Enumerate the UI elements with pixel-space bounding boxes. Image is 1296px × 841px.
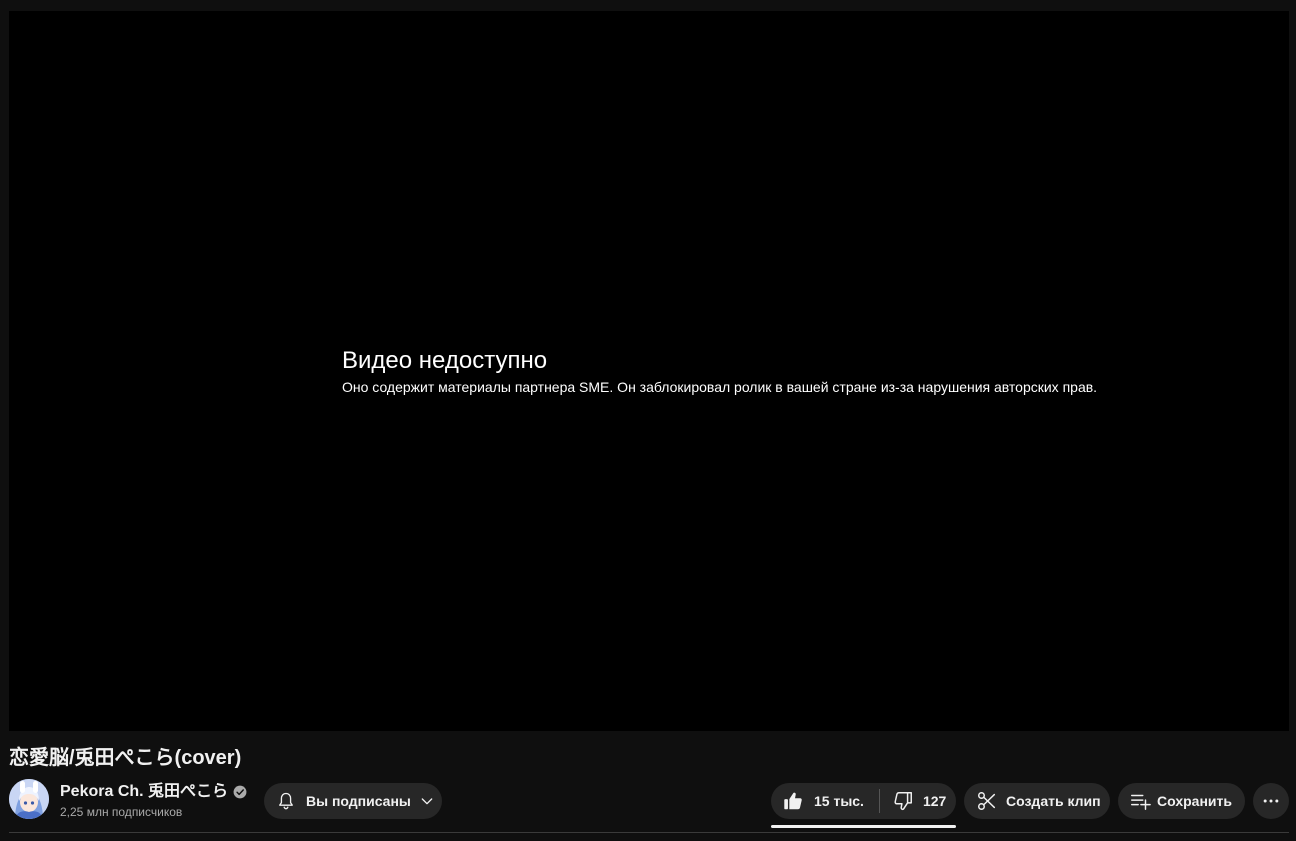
thumbs-down-icon [894,792,912,811]
channel-name: Pekora Ch. 兎田ぺこら [60,783,229,800]
channel-avatar[interactable] [9,779,49,819]
chevron-down-icon [421,798,433,805]
subscribed-label: Вы подписаны [306,793,411,809]
save-button[interactable]: Сохранить [1118,783,1245,819]
save-label: Сохранить [1157,793,1232,809]
scissors-icon [978,792,996,810]
more-actions-button[interactable] [1253,783,1289,819]
like-button[interactable]: 15 тыс. [771,783,864,819]
like-count: 15 тыс. [814,793,864,809]
playback-error: Видео недоступно Оно содержит материалы … [342,347,1202,397]
error-title: Видео недоступно [342,347,548,374]
create-clip-button[interactable]: Создать клип [964,783,1110,819]
channel-name-link[interactable]: Pekora Ch. 兎田ぺこら [60,781,247,803]
owner-row: Pekora Ch. 兎田ぺこら 2,25 млн подписчиков Вы… [9,779,1289,828]
thumbs-up-icon [784,792,802,810]
bell-icon [279,792,293,810]
dislike-button[interactable]: 127 [880,783,946,819]
more-horizontal-icon [1263,799,1279,803]
playlist-add-icon [1131,794,1151,810]
subscribed-button[interactable]: Вы подписаны [264,783,442,819]
avatar-image [9,779,49,819]
section-divider [9,832,1289,833]
video-title: 恋愛脳/兎田ぺこら(cover) [9,747,242,769]
subscriber-count: 2,25 млн подписчиков [60,805,183,819]
dislike-count: 127 [922,793,947,809]
video-player[interactable]: Видео недоступно Оно содержит материалы … [9,11,1289,731]
like-underline [771,825,956,828]
error-message: Оно содержит материалы партнера SME. Он … [342,379,1098,395]
verified-badge-icon [233,785,247,799]
create-clip-label: Создать клип [1006,793,1101,809]
like-dislike-group: 15 тыс. 127 [771,783,956,819]
